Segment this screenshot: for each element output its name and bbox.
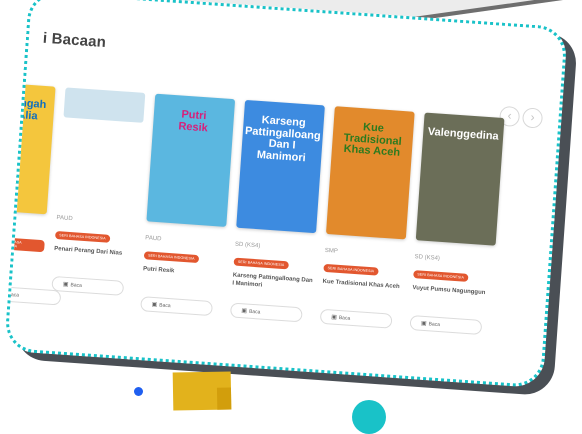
series-tag: SERI BAHASA INDONESIA — [143, 251, 199, 264]
book-icon: ▣ — [420, 320, 427, 328]
series-tag: SERI BAHASA INDONESIA — [54, 231, 111, 243]
read-button-label: Baca — [159, 301, 171, 309]
read-button[interactable]: ▣Baca — [409, 314, 483, 335]
book-title[interactable]: Karseng Pattingalloang Dan I Manimori — [231, 273, 313, 303]
book-cover[interactable]: Kue Tradisional Khas Aceh — [325, 106, 415, 240]
book-card[interactable]: PAUD SERI BAHASA INDONESIA Penari Perang D… — [50, 87, 146, 310]
book-icon: ▣ — [330, 314, 338, 321]
book-cover-title: Valenggedina — [427, 125, 500, 143]
book-cover-title: tengah Alia — [9, 96, 47, 123]
book-title[interactable]: Kue Tradisional Khas Aceh — [321, 279, 402, 309]
read-button[interactable]: ▣Baca — [229, 302, 303, 323]
book-level: SMP — [324, 247, 338, 255]
chevron-right-icon[interactable]: › — [521, 107, 544, 129]
book-cover[interactable]: Putri Resik — [146, 93, 236, 227]
book-card[interactable]: Kue Tradisional Khas Aceh SMP SERI BAHASA … — [319, 106, 415, 329]
book-card[interactable]: Valenggedina SD (KS4) SERI BAHASA INDONESI… — [409, 112, 505, 335]
series-tag: SERI BAHASA INDONESIA — [323, 263, 379, 276]
book-cover[interactable]: tengah Alia — [4, 83, 56, 215]
series-tag: SERI BAHASA INDONESIA — [4, 236, 45, 253]
read-button-label: Baca — [70, 281, 83, 289]
book-level: PAUD — [56, 215, 73, 223]
blue-dot — [134, 387, 143, 396]
book-cover-title: Karseng Pattingalloang Dan I Manimori — [244, 114, 322, 164]
book-cover[interactable]: Valenggedina — [415, 112, 505, 246]
section-title: i Bacaan — [42, 29, 107, 52]
book-level: PAUD — [145, 235, 162, 243]
book-card[interactable]: tengah Alia SERI BAHASA INDONESIA... ▣Baca — [4, 83, 62, 306]
screenshot-frame: i Bacaan ‹ › tengah Alia SERI BAHASA INDO… — [4, 0, 568, 389]
book-icon: ▣ — [4, 290, 6, 297]
series-tag: SERI BAHASA INDONESIA — [233, 257, 289, 270]
book-icon: ▣ — [62, 281, 69, 289]
book-carousel: tengah AliaSERI BAHASA INDONESIA...▣Baca… — [4, 83, 505, 335]
book-level — [4, 225, 46, 237]
read-button-label: Baca — [338, 314, 351, 322]
book-icon: ▣ — [241, 308, 248, 315]
book-level: SD (KS4) — [414, 254, 441, 262]
read-button[interactable]: ▣Baca — [319, 308, 393, 329]
book-card[interactable]: Karseng Pattingalloang Dan I Manimori SD … — [229, 99, 325, 323]
teal-dot — [352, 400, 386, 434]
book-cover[interactable]: Karseng Pattingalloang Dan I Manimori — [236, 99, 325, 234]
book-icon: ▣ — [151, 301, 158, 309]
read-button[interactable]: ▣Baca — [51, 275, 125, 296]
book-title[interactable]: Putri Resik — [142, 266, 223, 296]
book-title[interactable]: Vuyut Pumsu Nagunggun — [411, 285, 492, 315]
read-button[interactable]: ▣Baca — [140, 296, 213, 317]
yellow-tape-sticker — [172, 371, 232, 411]
carousel-nav: ‹ › — [498, 105, 544, 129]
read-button-label: Baca — [248, 308, 261, 316]
read-button-label: Baca — [7, 291, 20, 299]
book-card[interactable]: Putri Resik PAUD SERI BAHASA INDONESIA Putr… — [140, 93, 236, 317]
book-level: SD (KS4) — [234, 241, 261, 250]
book-cover-title: Kue Tradisional Khas Aceh — [343, 121, 403, 159]
book-cover[interactable] — [63, 87, 146, 123]
read-button-label: Baca — [428, 320, 441, 328]
series-tag: SERI BAHASA INDONESIA — [413, 270, 469, 282]
book-title[interactable]: Penari Perang Dari Nias — [53, 246, 134, 276]
book-title[interactable]: ... — [4, 256, 43, 284]
book-cover-title: Putri Resik — [178, 108, 209, 134]
